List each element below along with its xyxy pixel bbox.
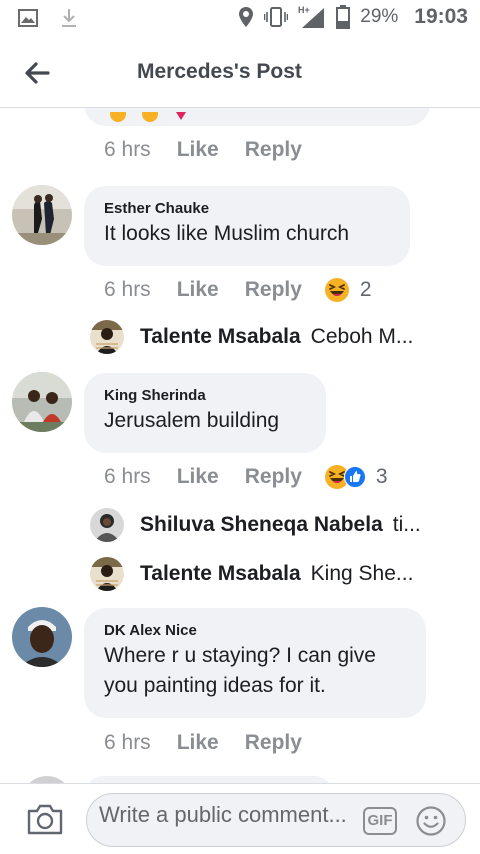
comment-meta: 6 hrs Like Reply [104,731,302,755]
comment-author[interactable]: King Sherinda [104,387,306,404]
svg-text:H+: H+ [298,5,310,15]
reaction-count: 2 [359,278,372,301]
comment-time: 6 hrs [104,138,151,161]
comment-text: It looks like Muslim church [104,222,350,245]
reaction-count: 3 [375,465,388,488]
vibrate-icon [264,7,289,27]
comment-bubble[interactable]: King Sherinda Jerusalem building [84,373,326,453]
comment-time: 6 hrs [104,278,151,301]
comment-meta: 6 hrs Like Reply 2 [104,277,372,303]
emoji-icon[interactable] [415,805,447,837]
download-icon [62,9,76,27]
app-header: Mercedes's Post [0,38,480,108]
signal-icon: H+ [298,5,325,28]
avatar[interactable] [12,372,72,432]
battery-icon [336,5,351,29]
comment-bubble-next [84,776,334,783]
reply-author: Talente Msabala [140,325,301,348]
avatar [22,776,72,783]
comment-bubble[interactable]: Esther Chauke It looks like Muslim churc… [84,186,410,266]
battery-percent: 29% [360,6,399,27]
reply-preview[interactable]: Talente Msabala Ceboh M... [90,320,413,354]
avatar[interactable] [12,185,72,245]
reply-author: Shiluva Sheneqa Nabela [140,513,383,536]
comments-feed[interactable]: 6 hrs Like Reply Esther Chauke It looks … [0,108,480,783]
reply-text: Ceboh M... [310,325,414,348]
haha-reaction-icon [324,278,349,302]
comment-time: 6 hrs [104,731,151,754]
like-button[interactable]: Like [177,278,219,302]
comment-text-line1: Where r u staying? I can give [104,644,376,667]
back-button[interactable] [20,56,54,90]
clock: 19:03 [414,5,468,28]
comment-time: 6 hrs [104,465,151,488]
comment-composer: Write a public comment... GIF [0,783,480,854]
page-title: Mercedes's Post [137,60,302,83]
location-icon [239,7,254,27]
reply-button[interactable]: Reply [245,278,302,302]
comment-bubble[interactable]: DK Alex Nice Where r u staying? I can gi… [84,608,426,718]
like-button[interactable]: Like [177,465,219,489]
status-bar: H+ 29% 19:03 [0,0,480,38]
avatar[interactable] [12,607,72,667]
comment-meta: 6 hrs Like Reply 3 [104,464,388,490]
comment-input[interactable]: Write a public comment... GIF [86,793,466,847]
reaction-summary[interactable]: 2 [324,277,372,303]
like-button[interactable]: Like [177,731,219,755]
like-reaction-icon [343,466,366,488]
comment-bubble-previous [84,108,430,126]
gif-icon[interactable]: GIF [363,807,397,835]
avatar [90,557,124,591]
reply-preview[interactable]: Talente Msabala King She... [90,557,413,591]
comment-text-line2: you painting ideas for it. [104,674,326,697]
comment-placeholder: Write a public comment... [99,802,347,827]
reply-text: ti... [392,513,421,536]
reaction-summary[interactable]: 3 [324,464,388,490]
like-button[interactable]: Like [177,138,219,162]
camera-icon[interactable] [26,802,64,836]
comment-author[interactable]: Esther Chauke [104,200,390,217]
reply-author: Talente Msabala [140,562,301,585]
comment-meta-previous: 6 hrs Like Reply [104,138,302,162]
emoji-strip-icon [110,112,186,122]
comment-author[interactable]: DK Alex Nice [104,622,406,639]
reply-preview[interactable]: Shiluva Sheneqa Nabela ti... [90,508,421,542]
reply-text: King She... [310,562,414,585]
avatar [90,320,124,354]
comment-text: Jerusalem building [104,409,280,432]
back-arrow-icon [25,62,50,84]
reply-button[interactable]: Reply [245,138,302,162]
avatar [90,508,124,542]
image-icon [18,9,38,27]
reply-button[interactable]: Reply [245,465,302,489]
reply-button[interactable]: Reply [245,731,302,755]
